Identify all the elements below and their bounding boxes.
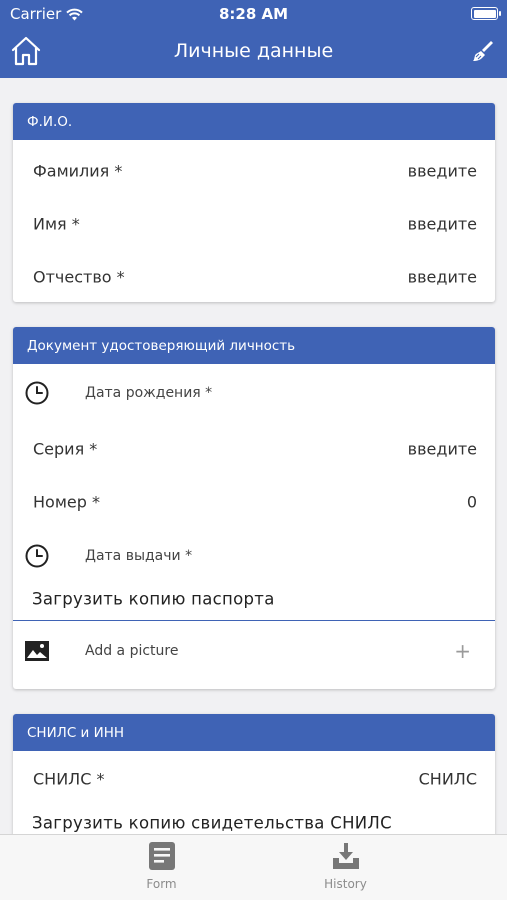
- snils-upload-label: Загрузить копию свидетельства СНИЛС: [32, 813, 392, 833]
- birth-date-label: Дата рождения *: [85, 385, 213, 401]
- passport-upload-section: Загрузить копию паспорта: [13, 584, 495, 621]
- number-label: Номер *: [33, 492, 100, 511]
- first-name-row[interactable]: Имя * введите: [13, 197, 495, 250]
- brush-icon[interactable]: [471, 39, 495, 63]
- fio-card: Ф.И.О. Фамилия * введите Имя * введите О…: [13, 103, 495, 302]
- add-picture-row[interactable]: Add a picture +: [13, 621, 495, 681]
- add-picture-label: Add a picture: [85, 643, 179, 659]
- patronymic-label: Отчество *: [33, 267, 125, 286]
- snils-label: СНИЛС *: [33, 769, 105, 789]
- number-value[interactable]: 0: [467, 492, 477, 511]
- clock: 8:28 AM: [218, 5, 289, 23]
- snils-row[interactable]: СНИЛС * СНИЛС: [13, 751, 495, 807]
- number-row[interactable]: Номер * 0: [13, 475, 495, 528]
- patronymic-row[interactable]: Отчество * введите: [13, 250, 495, 302]
- snils-inn-card-header: СНИЛС и ИНН: [13, 714, 495, 751]
- form-icon: [148, 842, 175, 870]
- plus-icon[interactable]: +: [454, 639, 471, 663]
- clock-icon: [25, 544, 49, 568]
- page-title: Личные данные: [173, 40, 334, 62]
- issue-date-label: Дата выдачи *: [85, 548, 193, 564]
- surname-row[interactable]: Фамилия * введите: [13, 144, 495, 197]
- surname-value[interactable]: введите: [408, 161, 477, 180]
- download-tray-icon: [332, 843, 359, 869]
- birth-date-row[interactable]: Дата рождения *: [13, 364, 495, 422]
- tab-history[interactable]: History: [219, 835, 472, 900]
- identity-document-card-header: Документ удостоверяющий личность: [13, 327, 495, 364]
- snils-inn-card: СНИЛС и ИНН СНИЛС * СНИЛС Загрузить копи…: [13, 714, 495, 854]
- identity-document-card: Документ удостоверяющий личность Дата ро…: [13, 327, 495, 689]
- image-icon: [25, 641, 49, 661]
- passport-upload-label: Загрузить копию паспорта: [32, 589, 275, 609]
- first-name-label: Имя *: [33, 214, 80, 233]
- app-header: Carrier 8:28 AM Личные данные: [0, 0, 507, 78]
- series-label: Серия *: [33, 439, 98, 458]
- nav-bar: Личные данные: [0, 28, 507, 78]
- issue-date-row[interactable]: Дата выдачи *: [13, 528, 495, 584]
- tab-history-label: History: [324, 877, 367, 891]
- status-bar: Carrier 8:28 AM: [0, 0, 507, 28]
- series-row[interactable]: Серия * введите: [13, 422, 495, 475]
- surname-label: Фамилия *: [33, 161, 123, 180]
- tab-bar: Form History: [0, 834, 507, 900]
- fio-card-header: Ф.И.О.: [13, 103, 495, 140]
- clock-icon: [25, 381, 49, 405]
- snils-value[interactable]: СНИЛС: [419, 770, 477, 789]
- battery-icon: [471, 7, 501, 20]
- first-name-value[interactable]: введите: [408, 214, 477, 233]
- patronymic-value[interactable]: введите: [408, 267, 477, 286]
- series-value[interactable]: введите: [408, 439, 477, 458]
